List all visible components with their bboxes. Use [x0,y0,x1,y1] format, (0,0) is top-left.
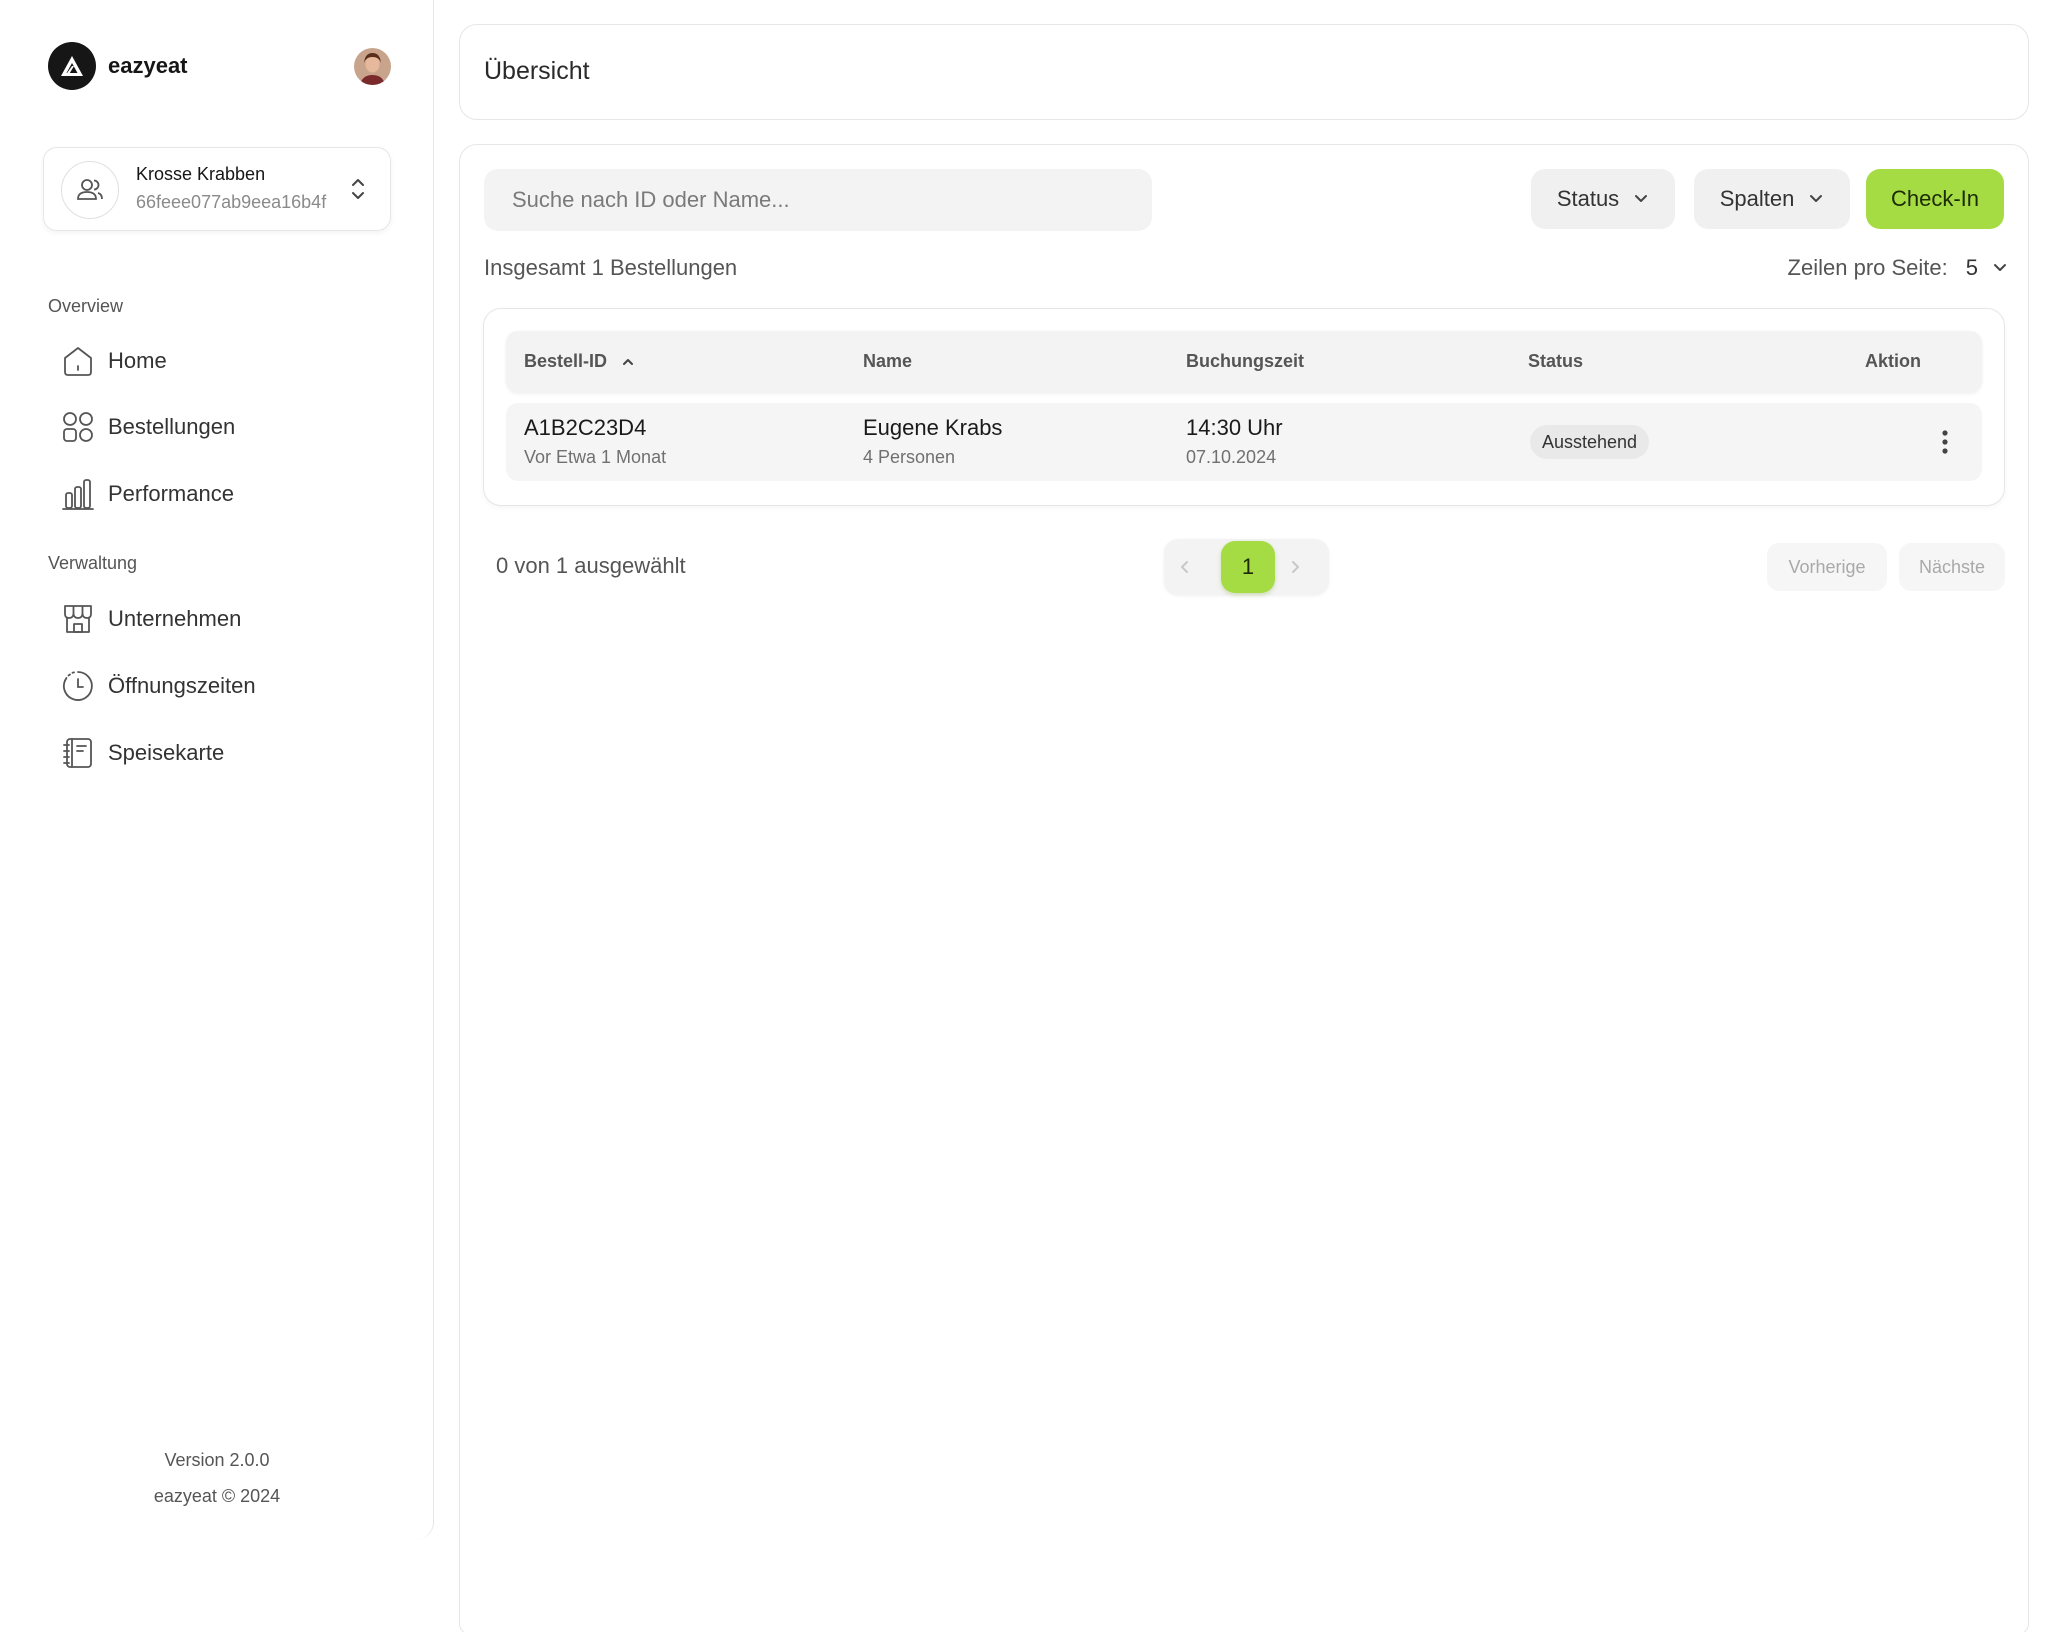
booking-date: 07.10.2024 [1186,447,1277,467]
nav-section-overview: Overview [48,296,124,316]
nav-section-verwaltung: Verwaltung [48,553,138,573]
status-filter-button[interactable]: Status [1531,169,1675,229]
user-avatar[interactable] [354,48,391,85]
table-row[interactable]: A1B2C23D4 Vor Etwa 1 Monat Eugene Krabs … [506,403,1982,481]
organization-name: Krosse Krabben [136,164,266,184]
orders-panel: Status Spalten Check-In Insgesamt 1 Best… [459,144,2029,1632]
rows-per-page-select[interactable]: Zeilen pro Seite: 5 [1788,255,2008,281]
status-badge: Ausstehend [1530,425,1650,459]
total-orders-label: Insgesamt 1 Bestellungen [484,255,738,280]
pagination: 1 [1164,539,1329,595]
sidebar-item-home[interactable]: Home [60,341,167,381]
organization-switcher[interactable]: Krosse Krabben 66feee077ab9eea16b4f [43,147,391,231]
chevron-up-down-icon [350,176,366,202]
users-icon [61,161,119,219]
bar-chart-icon [60,476,96,512]
column-header-bestell-id[interactable]: Bestell-ID [524,351,635,372]
version-label: Version 2.0.0 [164,1450,270,1470]
column-header-label: Bestell-ID [524,351,608,371]
page-header: Übersicht [459,24,2029,120]
sidebar-item-speisekarte[interactable]: Speisekarte [60,733,224,773]
column-header-name[interactable]: Name [863,351,912,372]
selection-count: 0 von 1 ausgewählt [496,553,686,578]
next-page-button[interactable]: Nächste [1899,543,2005,591]
table-header: Bestell-ID Name Buchungszeit Status Akti… [506,331,1982,393]
copyright-label: eazyeat © 2024 [153,1486,281,1506]
sidebar-item-bestellungen[interactable]: Bestellungen [60,407,235,447]
sidebar-item-label: Unternehmen [108,606,242,631]
page-button-current[interactable]: 1 [1221,541,1275,593]
customer-name: Eugene Krabs [863,415,1003,440]
search-input[interactable] [484,169,1152,231]
store-icon [60,601,96,637]
sidebar-item-oeffnungszeiten[interactable]: Öffnungszeiten [60,666,256,706]
chevron-down-icon [1992,263,2008,273]
organization-id: 66feee077ab9eea16b4f [136,192,327,212]
sidebar-item-label: Bestellungen [108,414,236,439]
chevron-down-icon [1633,194,1649,204]
chevron-right-icon[interactable] [1288,555,1302,579]
home-icon [60,343,96,379]
column-header-buchungszeit[interactable]: Buchungszeit [1186,351,1304,372]
chevron-left-icon[interactable] [1178,555,1192,579]
page-title: Übersicht [484,57,590,85]
sidebar-item-performance[interactable]: Performance [60,474,234,514]
previous-page-button[interactable]: Vorherige [1767,543,1887,591]
sort-ascending-icon [621,357,635,367]
columns-button[interactable]: Spalten [1694,169,1850,229]
party-size: 4 Personen [863,447,956,467]
columns-label: Spalten [1719,186,1795,211]
more-vertical-icon[interactable] [1930,427,1960,457]
sidebar-item-label: Performance [108,481,234,506]
orders-table: Bestell-ID Name Buchungszeit Status Akti… [483,308,2005,506]
order-id: A1B2C23D4 [524,415,647,440]
chevron-down-icon [1808,194,1824,204]
sidebar-item-label: Speisekarte [108,740,225,765]
rows-per-page-value: 5 [1965,255,1978,280]
column-header-status[interactable]: Status [1528,351,1583,372]
column-header-aktion: Aktion [1865,351,1921,371]
clock-icon [60,668,96,704]
check-in-button[interactable]: Check-In [1866,169,2004,229]
brand-logo-icon [48,42,96,90]
sidebar-item-label: Öffnungszeiten [108,673,256,698]
status-filter-label: Status [1556,186,1620,211]
sidebar: eazyeat Krosse Krabben 66feee077ab9eea16… [0,0,434,1540]
sidebar-item-label: Home [108,348,167,373]
menu-book-icon [60,735,96,771]
booking-time: 14:30 Uhr [1186,415,1283,440]
order-age: Vor Etwa 1 Monat [524,447,667,467]
brand[interactable]: eazyeat [48,42,188,90]
brand-name: eazyeat [108,53,188,78]
rows-per-page-label: Zeilen pro Seite: [1787,255,1948,280]
grid-icon [60,409,96,445]
sidebar-item-unternehmen[interactable]: Unternehmen [60,599,241,639]
